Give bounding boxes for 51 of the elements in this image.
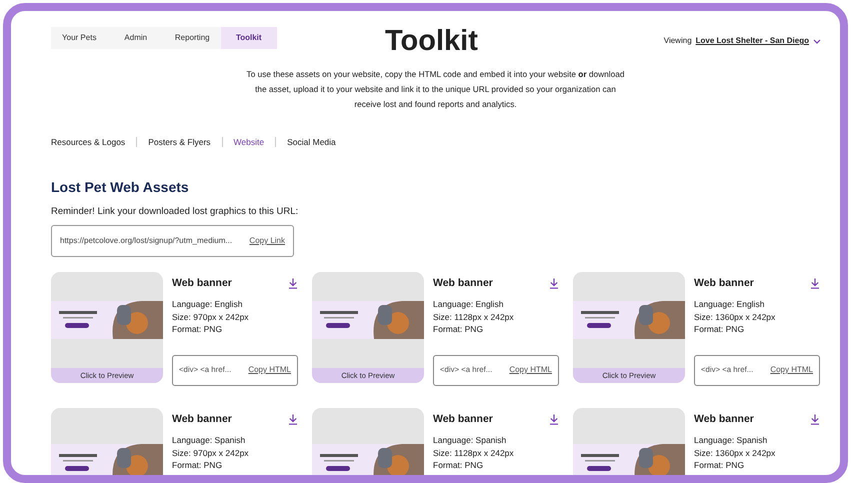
- reminder-text: Reminder! Link your downloaded lost graphics to this URL:: [51, 204, 300, 219]
- asset-title: Web banner: [433, 412, 493, 426]
- download-icon[interactable]: [288, 414, 298, 425]
- asset-title: Web banner: [172, 276, 232, 290]
- language-text: Language: English: [694, 298, 766, 311]
- organization-link[interactable]: Love Lost Shelter - San Diego: [696, 35, 809, 47]
- nav-tab[interactable]: Toolkit: [220, 27, 277, 49]
- page-title: Toolkit: [385, 24, 479, 58]
- url-field[interactable]: https://petcolove.org/lost/signup/?utm_medium... Copy Link: [51, 224, 294, 257]
- language-text: Language: Spanish: [172, 434, 246, 447]
- download-icon[interactable]: [549, 278, 559, 289]
- size-text: Size: 1128px x 242px: [433, 310, 515, 324]
- asset-title: Web banner: [694, 412, 754, 426]
- copy-link[interactable]: Copy Link: [249, 234, 285, 247]
- language-text: Language: English: [433, 298, 504, 311]
- asset-title: Web banner: [694, 276, 754, 290]
- format-text: Format: PNG: [694, 459, 746, 472]
- nav-tab[interactable]: Your Pets: [51, 27, 108, 49]
- nav-tab[interactable]: Reporting: [164, 27, 220, 49]
- copy-html-link[interactable]: Copy HTML: [509, 364, 552, 377]
- asset-title: Web banner: [172, 412, 232, 426]
- section-tab[interactable]: Resources & Logos: [51, 136, 126, 149]
- size-text: Size: 1128px x 242px: [433, 446, 515, 460]
- asset-title: Web banner: [433, 276, 493, 290]
- download-icon[interactable]: [549, 414, 559, 425]
- section-tab[interactable]: Website: [234, 136, 264, 149]
- language-text: Language: English: [172, 298, 244, 311]
- format-text: Format: PNG: [172, 459, 224, 472]
- copy-html-link[interactable]: Copy HTML: [248, 364, 291, 377]
- intro-paragraph: To use these assets on your website, copy the HTML code and embed it into your website or download the asset, upload it to your website and link it to the unique URL provided so your organization can receive lost and found reports and analytics.: [246, 68, 626, 111]
- language-text: Language: Spanish: [694, 434, 768, 447]
- nav-tab[interactable]: Admin: [108, 27, 164, 49]
- download-icon[interactable]: [288, 278, 298, 289]
- size-text: Size: 1360px x 242px: [694, 446, 776, 460]
- size-text: Size: 970px x 242px: [172, 446, 250, 460]
- language-text: Language: Spanish: [433, 434, 508, 447]
- download-icon[interactable]: [810, 414, 820, 425]
- format-text: Format: PNG: [433, 459, 484, 472]
- section-tab[interactable]: Social Media: [287, 136, 336, 149]
- format-text: Format: PNG: [694, 323, 746, 336]
- download-icon[interactable]: [810, 278, 820, 289]
- section-heading: Lost Pet Web Assets: [51, 178, 190, 196]
- chevron-down-icon[interactable]: [813, 38, 821, 44]
- url-text: https://petcolove.org/lost/signup/?utm_medium...: [60, 234, 232, 247]
- format-text: Format: PNG: [172, 323, 224, 336]
- viewing-label: Viewing: [664, 35, 692, 47]
- copy-html-link[interactable]: Copy HTML: [770, 364, 813, 377]
- section-tab[interactable]: Posters & Flyers: [148, 136, 211, 149]
- size-text: Size: 970px x 242px: [172, 310, 250, 324]
- size-text: Size: 1360px x 242px: [694, 310, 776, 324]
- format-text: Format: PNG: [433, 323, 484, 336]
